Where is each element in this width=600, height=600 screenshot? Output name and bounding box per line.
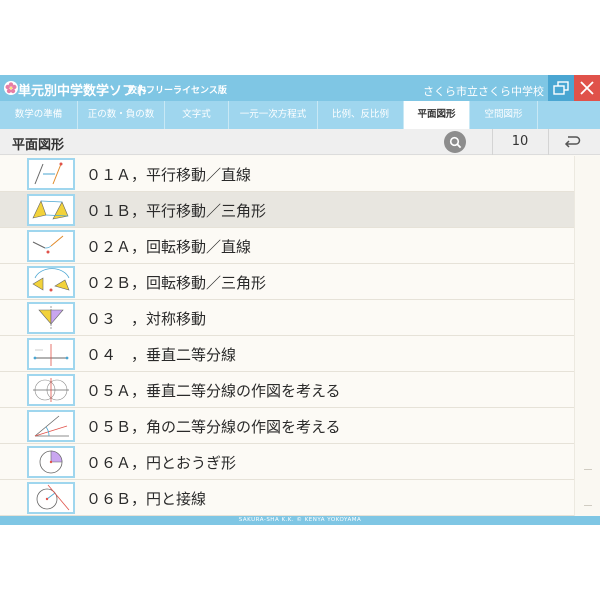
lesson-title: ０４ ，垂直二等分線 (86, 346, 237, 364)
lesson-title: ０３ ，対称移動 (86, 310, 207, 328)
lesson-row[interactable]: ０３ ，対称移動 (0, 300, 574, 336)
lesson-row[interactable]: ０６Ａ，円とおうぎ形 (0, 444, 574, 480)
tab-literal-expressions[interactable]: 文字式 (165, 101, 229, 129)
tab-proportion[interactable]: 比例、反比例 (318, 101, 404, 129)
lesson-title: ０２Ｂ，回転移動／三角形 (86, 274, 267, 292)
lesson-thumbnail (27, 482, 75, 514)
lesson-thumbnail (27, 446, 75, 478)
lesson-title: ０５Ｂ，角の二等分線の作図を考える (86, 418, 341, 436)
lesson-title: ０１Ａ，平行移動／直線 (86, 166, 252, 184)
lesson-title: ０２Ａ，回転移動／直線 (86, 238, 252, 256)
lesson-title: ０１Ｂ，平行移動／三角形 (86, 202, 267, 220)
lesson-title: ０６Ａ，円とおうぎ形 (86, 454, 237, 472)
restore-window-button[interactable] (548, 75, 574, 101)
school-name: さくら市立さくら中学校 (423, 85, 544, 98)
lesson-thumbnail (27, 266, 75, 298)
scroll-marker (584, 469, 592, 470)
lesson-row[interactable]: ０６Ｂ，円と接線 (0, 480, 574, 516)
header-divider (548, 129, 549, 155)
lesson-thumbnail (27, 230, 75, 262)
lesson-thumbnail (27, 158, 75, 190)
lesson-row[interactable]: ０５Ｂ，角の二等分線の作図を考える (0, 408, 574, 444)
lesson-thumbnail (27, 194, 75, 226)
tab-plane-figures[interactable]: 平面図形 (404, 101, 470, 129)
lesson-thumbnail (27, 410, 75, 442)
lesson-count: 10 (511, 134, 529, 149)
return-arrow-icon (564, 136, 581, 148)
app-window: 単元別中学数学ソフト 校内フリーライセンス版 さくら市立さくら中学校 数学の準備… (0, 75, 600, 525)
lesson-row[interactable]: ０２Ａ，回転移動／直線 (0, 228, 574, 264)
copyright-text: SAKURA-SHA K.K. © KENYA YOKOYAMA (238, 517, 362, 523)
lesson-title: ０６Ｂ，円と接線 (86, 490, 207, 508)
close-icon (580, 81, 594, 95)
lesson-title: ０５Ａ，垂直二等分線の作図を考える (86, 382, 341, 400)
search-button[interactable] (444, 131, 466, 153)
title-bar: 単元別中学数学ソフト 校内フリーライセンス版 さくら市立さくら中学校 (0, 75, 600, 101)
search-icon (449, 136, 461, 148)
section-title: 平面図形 (12, 138, 65, 153)
scroll-marker (584, 505, 592, 506)
lesson-row[interactable]: ０４ ，垂直二等分線 (0, 336, 574, 372)
tab-linear-equations[interactable]: 一元一次方程式 (229, 101, 318, 129)
tab-solid-figures[interactable]: 空間図形 (470, 101, 538, 129)
tab-positive-negative-numbers[interactable]: 正の数・負の数 (78, 101, 165, 129)
close-window-button[interactable] (574, 75, 600, 101)
lesson-row[interactable]: ０２Ｂ，回転移動／三角形 (0, 264, 574, 300)
sakura-logo-icon (4, 81, 18, 95)
edition-label: 校内フリーライセンス版 (128, 86, 227, 96)
tab-math-preparation[interactable]: 数学の準備 (0, 101, 78, 129)
lesson-row-selected[interactable]: ０１Ｂ，平行移動／三角形 (0, 192, 574, 228)
lesson-thumbnail (27, 374, 75, 406)
lesson-thumbnail (27, 338, 75, 370)
lesson-row[interactable]: ０５Ａ，垂直二等分線の作図を考える (0, 372, 574, 408)
lesson-row[interactable]: ０１Ａ，平行移動／直線 (0, 156, 574, 192)
unit-tab-bar: 数学の準備 正の数・負の数 文字式 一元一次方程式 比例、反比例 平面図形 空間… (0, 101, 600, 129)
lesson-thumbnail (27, 302, 75, 334)
scroll-track[interactable] (574, 156, 600, 516)
section-header: 平面図形 10 (0, 129, 600, 155)
lesson-list: ０１Ａ，平行移動／直線 ０１Ｂ，平行移動／三角形 ０２Ａ，回転移動／直線 ０２Ｂ… (0, 156, 574, 516)
footer-bar: SAKURA-SHA K.K. © KENYA YOKOYAMA (0, 516, 600, 525)
restore-window-icon (553, 81, 569, 95)
back-button[interactable] (556, 132, 588, 152)
